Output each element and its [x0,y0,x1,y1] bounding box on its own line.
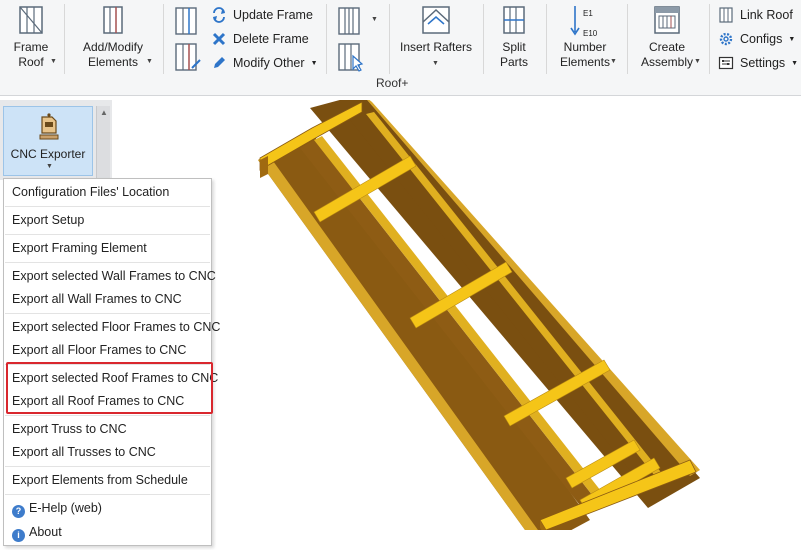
delete-x-icon [210,30,228,48]
split-parts-label-2: Parts [499,55,528,69]
app-window: Frame Roof ▼ Add/Modify Elements ▼ Updat… [0,0,801,550]
chevron-down-icon: ▼ [791,59,799,67]
menu-item-export-framing-element[interactable]: Export Framing Element [12,241,147,255]
ribbon-separator [627,4,628,74]
cnc-exporter-icon [39,113,59,140]
menu-item-export-selected-floor[interactable]: Export selected Floor Frames to CNC [12,320,220,334]
ribbon-separator [546,4,547,74]
menu-item-export-all-wall[interactable]: Export all Wall Frames to CNC [12,292,182,306]
modify-other-button[interactable]: Modify Other ▼ [210,53,318,73]
menu-item-ehelp[interactable]: ? E-Help (web) [12,501,102,518]
menu-divider [5,234,210,235]
ribbon-separator [483,4,484,74]
number-icon-top: E1 [583,9,593,18]
highlight-box-roof-export [6,362,213,414]
delete-frame-button[interactable]: Delete Frame [210,29,309,49]
modify-other-label: Modify Other [233,56,305,70]
panel-scroll-handle[interactable]: ▲ [96,106,110,180]
update-frame-label: Update Frame [233,8,313,22]
frame-roof-label-2: Roof [18,55,44,69]
menu-item-export-from-schedule[interactable]: Export Elements from Schedule [12,473,188,487]
update-frame-button[interactable]: Update Frame [210,5,313,25]
number-icon-bottom: E10 [583,29,598,38]
pencil-icon [210,54,228,72]
menu-item-config-location[interactable]: Configuration Files' Location [12,185,169,199]
ribbon-group-label: Roof+ [376,76,409,90]
help-icon: ? [12,505,25,518]
menu-divider [5,262,210,263]
ribbon-separator [64,4,65,74]
link-roof-icon [717,6,735,24]
create-assembly-label-2: Assembly [640,55,693,69]
number-elements-label-1: Number [563,40,607,54]
chevron-down-icon: ▼ [146,58,153,65]
configs-button[interactable]: Configs ▼ [717,29,795,49]
refresh-icon [210,6,228,24]
split-parts-button[interactable]: Split Parts [494,4,534,70]
roof-frame-3d-model [258,100,700,530]
menu-item-export-truss[interactable]: Export Truss to CNC [12,422,127,436]
split-parts-icon [503,6,525,34]
add-modify-elements-button[interactable]: Add/Modify Elements ▼ [76,4,153,70]
menu-item-about-label: About [29,525,62,539]
frame-roof-label-1: Frame [13,40,49,54]
menu-item-export-selected-wall[interactable]: Export selected Wall Frames to CNC [12,269,216,283]
menu-item-export-all-trusses[interactable]: Export all Trusses to CNC [12,445,156,459]
chevron-down-icon: ▼ [46,163,53,170]
number-elements-button[interactable]: E1 E10 Number Elements ▼ [556,4,617,70]
link-roof-label: Link Roof [740,8,793,22]
select-frame-icon[interactable] [335,42,365,72]
settings-icon [717,54,735,72]
chevron-down-icon: ▼ [610,58,617,65]
menu-item-about[interactable]: i About [12,525,62,542]
configs-label: Configs [740,32,783,46]
create-assembly-label-1: Create [648,40,686,54]
add-modify-label-2: Elements [87,55,139,69]
add-modify-icon [103,6,123,34]
ribbon-separator [163,4,164,74]
chevron-down-icon[interactable]: ▼ [371,16,378,23]
frame-update-icon[interactable] [172,6,202,36]
create-assembly-button[interactable]: Create Assembly ▼ [638,4,701,70]
menu-divider [5,494,210,495]
chevron-down-icon: ▼ [432,60,439,67]
menu-item-export-setup[interactable]: Export Setup [12,213,84,227]
settings-button[interactable]: Settings ▼ [717,53,798,73]
chevron-down-icon: ▼ [694,58,701,65]
link-roof-button[interactable]: Link Roof [717,5,793,25]
wall-frame-icon[interactable] [335,6,365,36]
frame-modify-icon[interactable] [172,42,202,72]
ribbon-separator [389,4,390,74]
delete-frame-label: Delete Frame [233,32,309,46]
menu-divider [5,466,210,467]
number-elements-icon: E1 E10 [556,4,614,40]
menu-divider [5,206,210,207]
insert-rafters-icon [422,6,450,34]
number-elements-label-2: Elements [559,55,611,69]
cnc-exporter-label: CNC Exporter [10,147,86,161]
ribbon-separator [709,4,710,74]
ribbon-separator [326,4,327,74]
gear-icon [717,30,735,48]
insert-rafters-label: Insert Rafters [399,40,473,54]
menu-divider [5,415,210,416]
cnc-exporter-menu: Configuration Files' Location Export Set… [3,178,220,546]
create-assembly-icon [654,6,680,34]
chevron-down-icon: ▼ [50,58,57,65]
scroll-up-icon: ▲ [100,108,108,117]
frame-roof-icon [19,6,43,34]
add-modify-label-1: Add/Modify [82,40,144,54]
split-parts-label-1: Split [502,40,526,54]
insert-rafters-button[interactable]: Insert Rafters ▼ [398,4,474,67]
chevron-down-icon: ▼ [788,35,796,43]
frame-roof-button[interactable]: Frame Roof ▼ [8,4,57,70]
chevron-down-icon: ▼ [310,59,318,67]
ribbon: Frame Roof ▼ Add/Modify Elements ▼ Updat… [0,0,801,96]
settings-label: Settings [740,56,786,70]
info-icon: i [12,529,25,542]
menu-item-export-all-floor[interactable]: Export all Floor Frames to CNC [12,343,186,357]
menu-divider [5,313,210,314]
cnc-exporter-button[interactable]: CNC Exporter ▼ [3,106,93,176]
menu-item-ehelp-label: E-Help (web) [29,501,102,515]
